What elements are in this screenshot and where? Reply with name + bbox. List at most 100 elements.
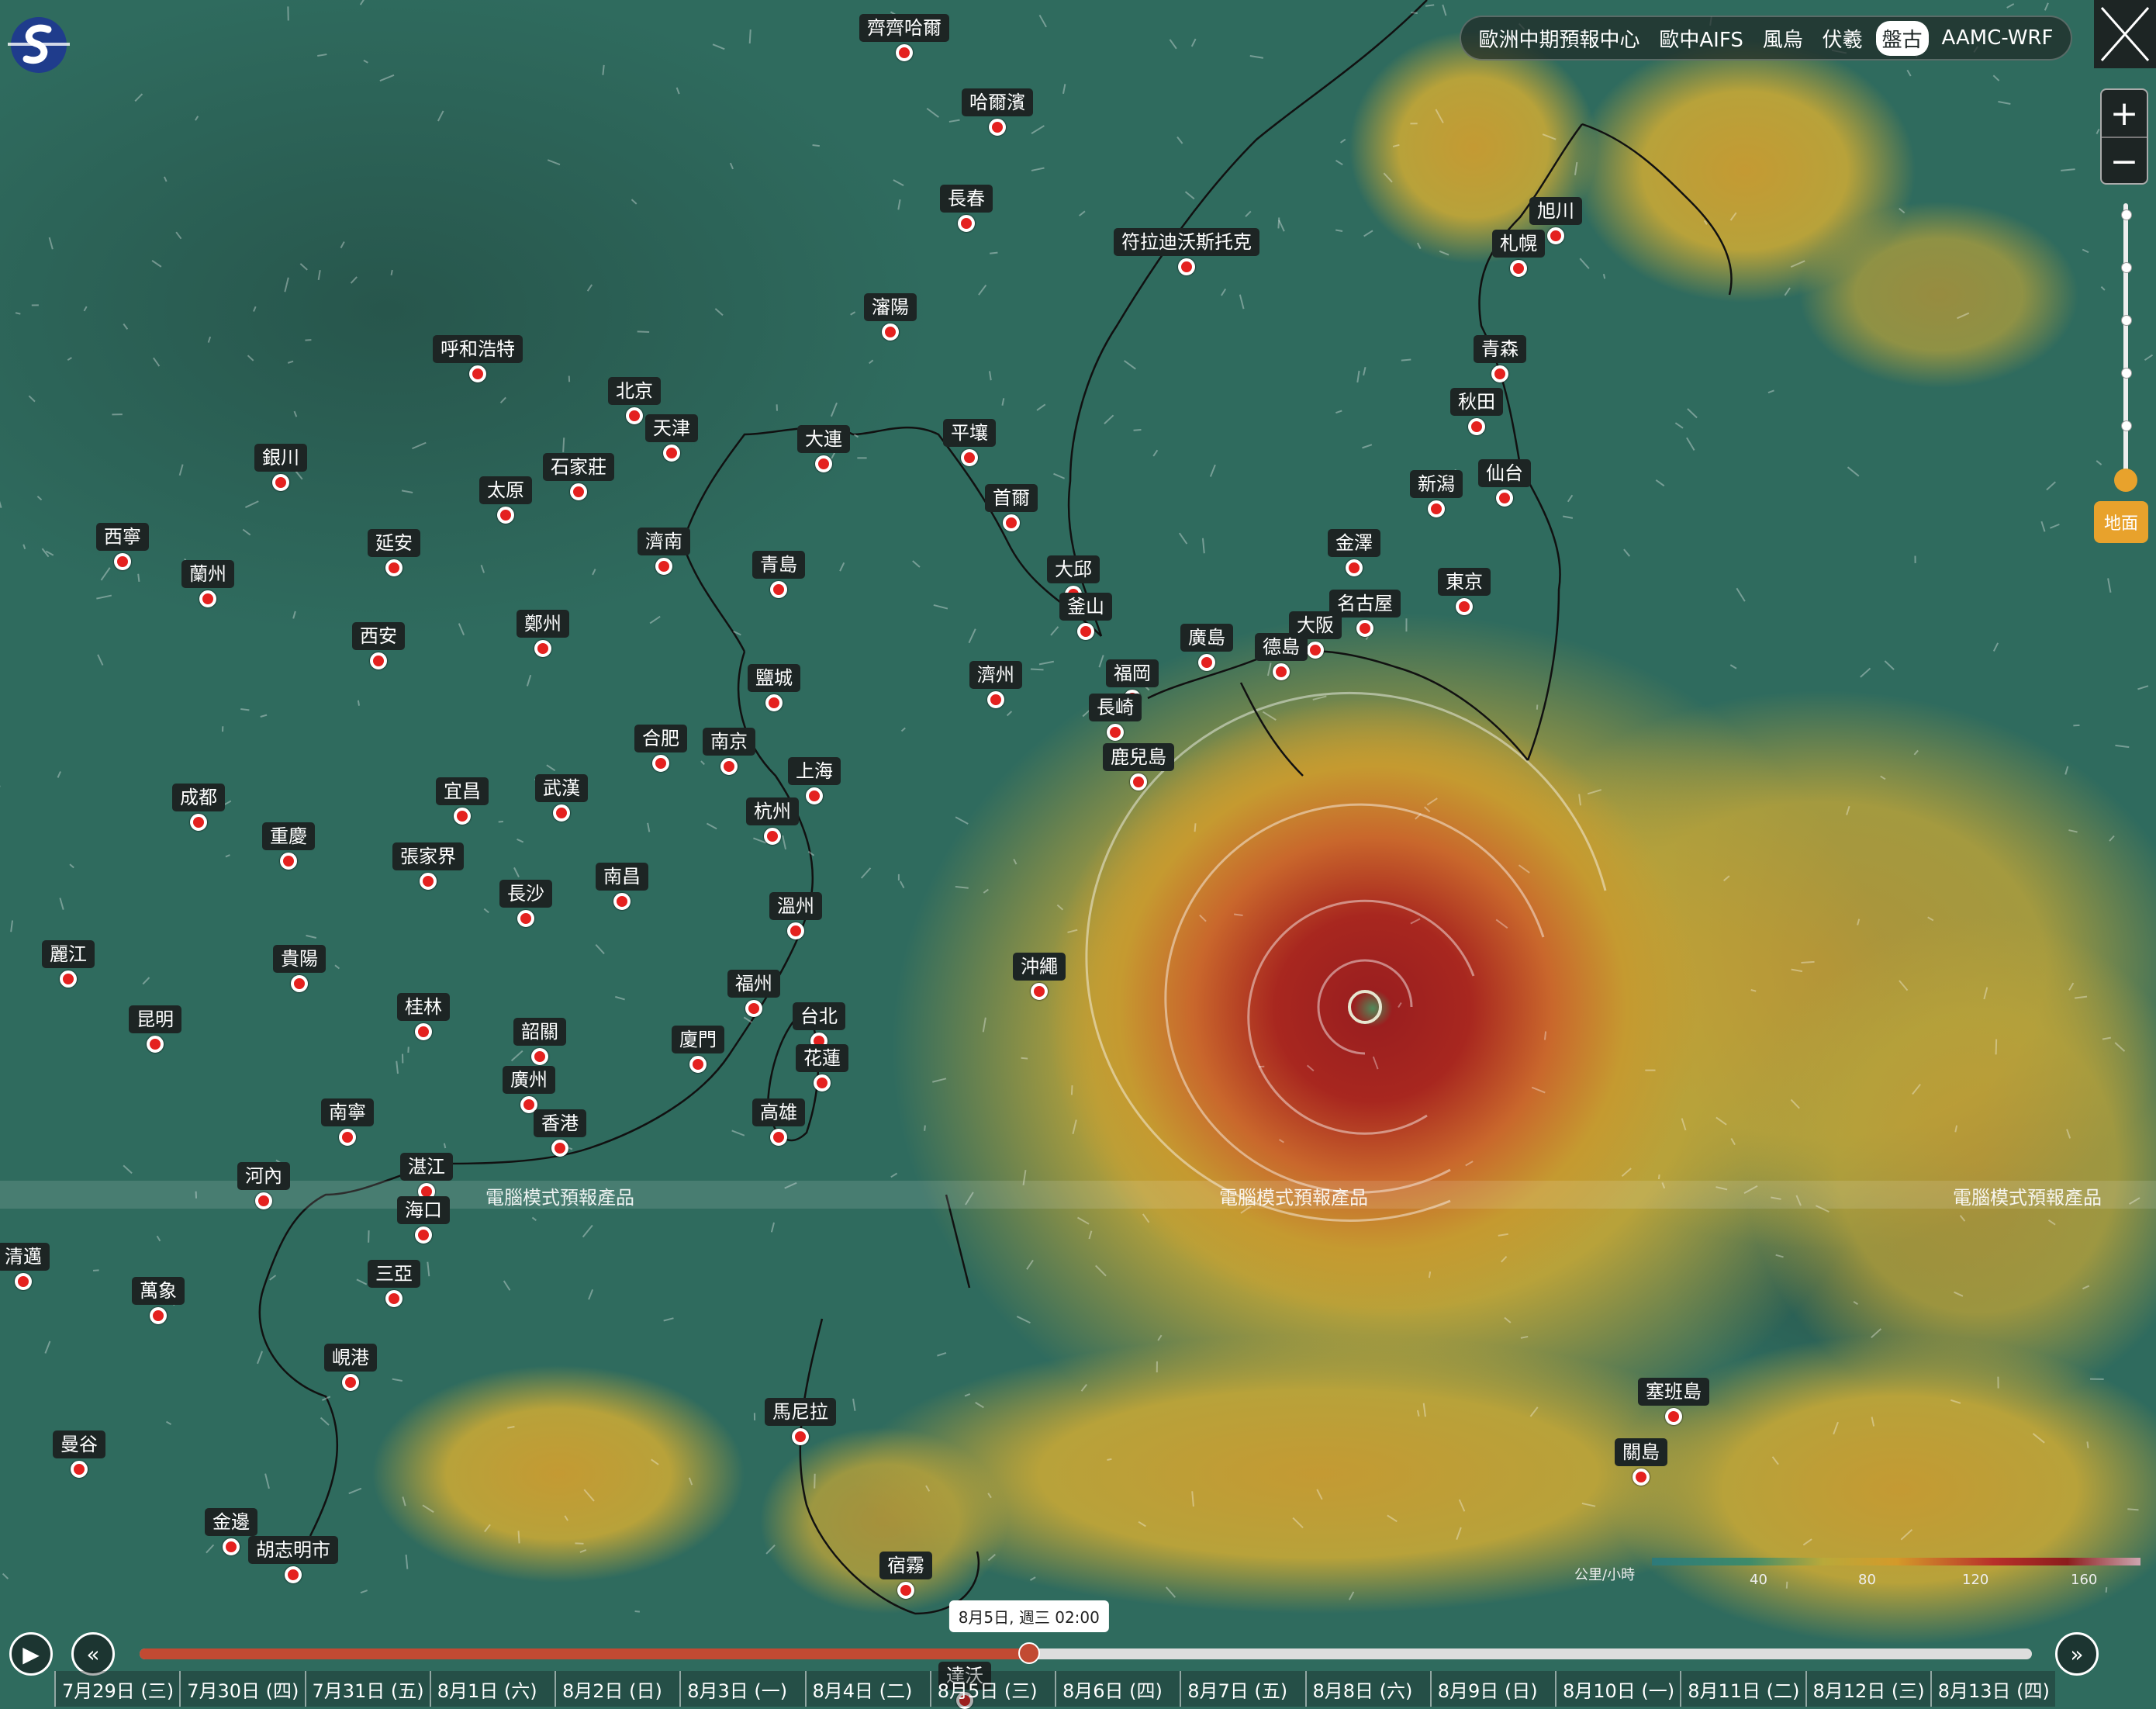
wind-particle: [1401, 359, 1411, 360]
city-label: 貴陽: [273, 945, 326, 973]
city-label: 札幌: [1492, 230, 1545, 258]
city-dot-icon: [896, 44, 913, 61]
city-dot-icon: [1346, 559, 1363, 576]
city-dot-icon: [415, 1226, 432, 1244]
legend-tick: 160: [2071, 1572, 2097, 1588]
play-button[interactable]: ▶: [9, 1632, 53, 1676]
timeline-day[interactable]: 8月5日 (三): [930, 1671, 1055, 1707]
city-label: 台北: [793, 1002, 845, 1030]
logo-icon[interactable]: [8, 16, 70, 74]
city-label: 重慶: [262, 822, 315, 850]
city-label: 首爾: [985, 484, 1038, 512]
model-tab-aifs[interactable]: 歐中AIFS: [1653, 21, 1749, 56]
slider-knob[interactable]: [2114, 469, 2137, 492]
city-dot-icon: [469, 365, 486, 382]
timeline-day[interactable]: 8月13日 (四): [1930, 1671, 2055, 1707]
close-button[interactable]: [2094, 0, 2156, 68]
timeline-day[interactable]: 8月9日 (日): [1430, 1671, 1555, 1707]
timeline-day[interactable]: 8月3日 (一): [679, 1671, 804, 1707]
slider-tick[interactable]: [2121, 420, 2132, 431]
level-label[interactable]: 地面: [2094, 501, 2148, 543]
city-label: 昆明: [129, 1005, 181, 1033]
wind-particle: [1604, 274, 1605, 278]
timeline-day[interactable]: 7月31日 (五): [305, 1671, 430, 1707]
wind-particle: [1072, 1085, 1073, 1095]
forward-button[interactable]: »: [2055, 1632, 2099, 1676]
timeline-day[interactable]: 8月7日 (五): [1180, 1671, 1304, 1707]
city-dot-icon: [517, 910, 534, 927]
city-label: 鹿兒島: [1103, 743, 1174, 771]
timeline-track[interactable]: 8月5日, 週三 02:00: [140, 1648, 2032, 1659]
rewind-button[interactable]: «: [71, 1632, 115, 1676]
city-dot-icon: [60, 970, 77, 988]
city-dot-icon: [551, 1140, 568, 1157]
zoom-out-button[interactable]: −: [2102, 138, 2147, 185]
wind-particle: [635, 1611, 640, 1612]
timeline-day[interactable]: 7月30日 (四): [179, 1671, 304, 1707]
city-label: 延安: [368, 529, 420, 557]
wind-particle: [1134, 430, 1142, 431]
timeline-day[interactable]: 8月1日 (六): [430, 1671, 555, 1707]
city-label: 長崎: [1089, 694, 1142, 721]
city-dot-icon: [1003, 514, 1020, 531]
wind-particle: [519, 1531, 520, 1543]
timeline-day[interactable]: 8月11日 (二): [1680, 1671, 1805, 1707]
altitude-slider[interactable]: [2119, 203, 2133, 483]
model-tab-fuxi[interactable]: 伏羲: [1816, 21, 1869, 56]
slider-tick[interactable]: [2121, 262, 2132, 273]
wind-particle: [1801, 962, 1814, 963]
model-tab-fengwu[interactable]: 風烏: [1757, 21, 1809, 56]
city-dot-icon: [150, 1307, 167, 1324]
timeline-tooltip: 8月5日, 週三 02:00: [949, 1600, 1109, 1632]
timeline-day[interactable]: 7月29日 (三): [54, 1671, 179, 1707]
timeline-day[interactable]: 8月6日 (四): [1055, 1671, 1180, 1707]
city-label: 合肥: [634, 725, 687, 752]
slider-tick[interactable]: [2121, 209, 2132, 220]
city-label: 鹽城: [748, 664, 800, 692]
city-dot-icon: [745, 1000, 762, 1017]
wind-speed-legend: 公里/小時 40 80 120 160: [1574, 1552, 2140, 1598]
slider-tick[interactable]: [2121, 315, 2132, 326]
slider-tick[interactable]: [2121, 368, 2132, 379]
legend-tick: 80: [1858, 1572, 1876, 1588]
city-dot-icon: [1510, 260, 1527, 277]
timeline-progress: [140, 1648, 1029, 1659]
city-dot-icon: [987, 691, 1004, 708]
model-tab-ecmwf[interactable]: 歐洲中期預報中心: [1472, 21, 1646, 56]
city-dot-icon: [613, 893, 631, 910]
timeline-day[interactable]: 8月4日 (二): [805, 1671, 930, 1707]
timeline-day[interactable]: 8月10日 (一): [1555, 1671, 1680, 1707]
city-label: 麗江: [42, 940, 95, 968]
city-label: 武漢: [535, 774, 588, 802]
timeline-day[interactable]: 8月12日 (三): [1805, 1671, 1930, 1707]
city-label: 高雄: [752, 1098, 805, 1126]
city-dot-icon: [534, 640, 551, 657]
city-label: 瀋陽: [864, 293, 917, 321]
zoom-controls: + −: [2100, 88, 2148, 185]
zoom-in-button[interactable]: +: [2102, 90, 2147, 137]
rewind-icon: «: [86, 1642, 99, 1667]
city-dot-icon: [1633, 1469, 1650, 1486]
city-label: 齊齊哈爾: [859, 14, 949, 42]
city-label: 秋田: [1450, 388, 1503, 416]
city-dot-icon: [454, 808, 471, 825]
city-dot-icon: [385, 1290, 403, 1307]
city-dot-icon: [770, 1129, 787, 1146]
city-label: 河內: [237, 1162, 290, 1190]
timeline-day[interactable]: 8月8日 (六): [1305, 1671, 1430, 1707]
city-label: 上海: [788, 757, 841, 785]
city-label: 曼谷: [53, 1431, 105, 1458]
city-label: 南昌: [596, 863, 648, 891]
timeline-day[interactable]: 8月2日 (日): [555, 1671, 679, 1707]
model-tab-aamc-wrf[interactable]: AAMC-WRF: [1936, 23, 2060, 53]
wind-particle: [1031, 669, 1044, 670]
city-label: 湛江: [400, 1153, 453, 1181]
city-dot-icon: [370, 652, 387, 669]
timeline-knob[interactable]: [1018, 1642, 1040, 1664]
model-tab-pangu[interactable]: 盤古: [1876, 21, 1929, 56]
city-dot-icon: [958, 215, 975, 232]
city-label: 大邱: [1047, 555, 1100, 583]
city-dot-icon: [15, 1273, 32, 1290]
wind-map[interactable]: [0, 0, 2156, 1707]
city-dot-icon: [720, 758, 738, 775]
